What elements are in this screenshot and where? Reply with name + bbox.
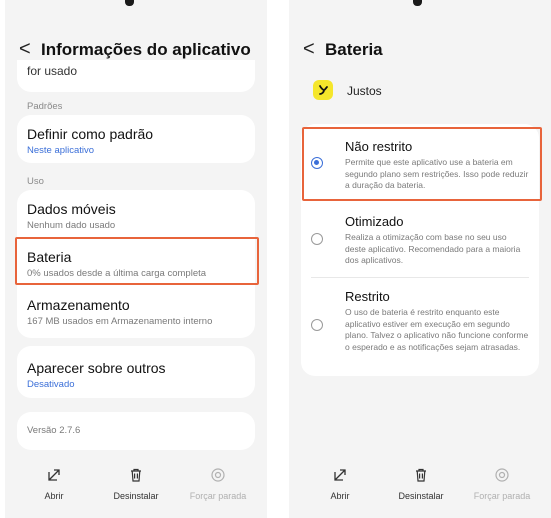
storage-sub: 167 MB usados em Armazenamento interno: [27, 316, 213, 327]
bottom-action-bar: Abrir Desinstalar Forçar parada: [5, 468, 267, 504]
default-row-title: Definir como padrão: [27, 126, 154, 142]
optimized-title: Otimizado: [345, 214, 404, 229]
uninstall-label: Desinstalar: [398, 491, 444, 501]
stop-icon: [495, 468, 509, 482]
section-defaults-label: Padrões: [27, 101, 63, 112]
defaults-card: Definir como padrão Neste aplicativo: [17, 115, 255, 163]
status-bar-indicator: [413, 0, 422, 6]
storage-row[interactable]: Armazenamento 167 MB usados em Armazenam…: [27, 297, 212, 327]
overlay-row[interactable]: Aparecer sobre outros Desativado: [27, 360, 166, 390]
battery-header: < Bateria: [303, 38, 383, 61]
overlay-title: Aparecer sobre outros: [27, 360, 166, 376]
version-card: Versão 2.7.6: [17, 412, 255, 450]
force-stop-button[interactable]: Forçar parada: [183, 468, 253, 501]
options-divider: [311, 277, 529, 278]
app-info-screen: < Informações do aplicativo for usado Pa…: [5, 0, 267, 518]
version-text: Versão 2.7.6: [27, 425, 81, 436]
optimized-desc: Realiza a otimização com base no seu uso…: [345, 232, 521, 265]
app-name: Justos: [347, 84, 382, 98]
bottom-action-bar: Abrir Desinstalar Forçar parada: [289, 468, 551, 504]
stop-icon: [211, 468, 225, 482]
force-stop-button[interactable]: Forçar parada: [467, 468, 537, 501]
open-label: Abrir: [330, 491, 350, 501]
restricted-desc: O uso de bateria é restrito enquanto est…: [345, 307, 529, 352]
force-stop-label: Forçar parada: [189, 491, 247, 501]
default-row[interactable]: Definir como padrão Neste aplicativo: [27, 126, 153, 156]
page-title: Informações do aplicativo: [41, 39, 251, 59]
default-row-sub: Neste aplicativo: [27, 145, 95, 156]
uninstall-button[interactable]: Desinstalar: [386, 468, 456, 501]
force-stop-label: Forçar parada: [473, 491, 531, 501]
open-button[interactable]: Abrir: [19, 468, 89, 501]
uninstall-label: Desinstalar: [113, 491, 159, 501]
app-icon: [313, 80, 333, 100]
battery-screen: < Bateria Justos Não restrito Permite qu…: [289, 0, 551, 518]
restricted-option[interactable]: Restrito O uso de bateria é restrito enq…: [345, 289, 529, 353]
unrestricted-highlight: [302, 127, 542, 201]
trash-icon: [131, 468, 141, 482]
mobile-data-title: Dados móveis: [27, 201, 116, 217]
open-label: Abrir: [44, 491, 64, 501]
overlay-sub: Desativado: [27, 379, 75, 390]
open-icon: [48, 469, 60, 481]
back-icon[interactable]: <: [19, 38, 41, 61]
status-bar-indicator: [125, 0, 134, 6]
mobile-data-row[interactable]: Dados móveis Nenhum dado usado: [27, 201, 116, 231]
restricted-radio[interactable]: [311, 319, 323, 331]
restricted-title: Restrito: [345, 289, 390, 304]
uninstall-button[interactable]: Desinstalar: [101, 468, 171, 501]
overlay-card: Aparecer sobre outros Desativado: [17, 346, 255, 398]
trash-icon: [416, 468, 426, 482]
open-button[interactable]: Abrir: [305, 468, 375, 501]
previous-card: for usado: [17, 60, 255, 92]
open-icon: [334, 469, 346, 481]
page-title: Bateria: [325, 39, 383, 59]
optimized-radio[interactable]: [311, 233, 323, 245]
app-info-header: < Informações do aplicativo: [19, 38, 251, 61]
section-use-label: Uso: [27, 176, 44, 187]
partial-row-text: for usado: [27, 64, 78, 78]
mobile-data-sub: Nenhum dado usado: [27, 220, 116, 231]
storage-title: Armazenamento: [27, 297, 130, 313]
battery-highlight: [15, 237, 259, 285]
optimized-option[interactable]: Otimizado Realiza a otimização com base …: [345, 214, 529, 267]
back-icon[interactable]: <: [303, 38, 325, 61]
